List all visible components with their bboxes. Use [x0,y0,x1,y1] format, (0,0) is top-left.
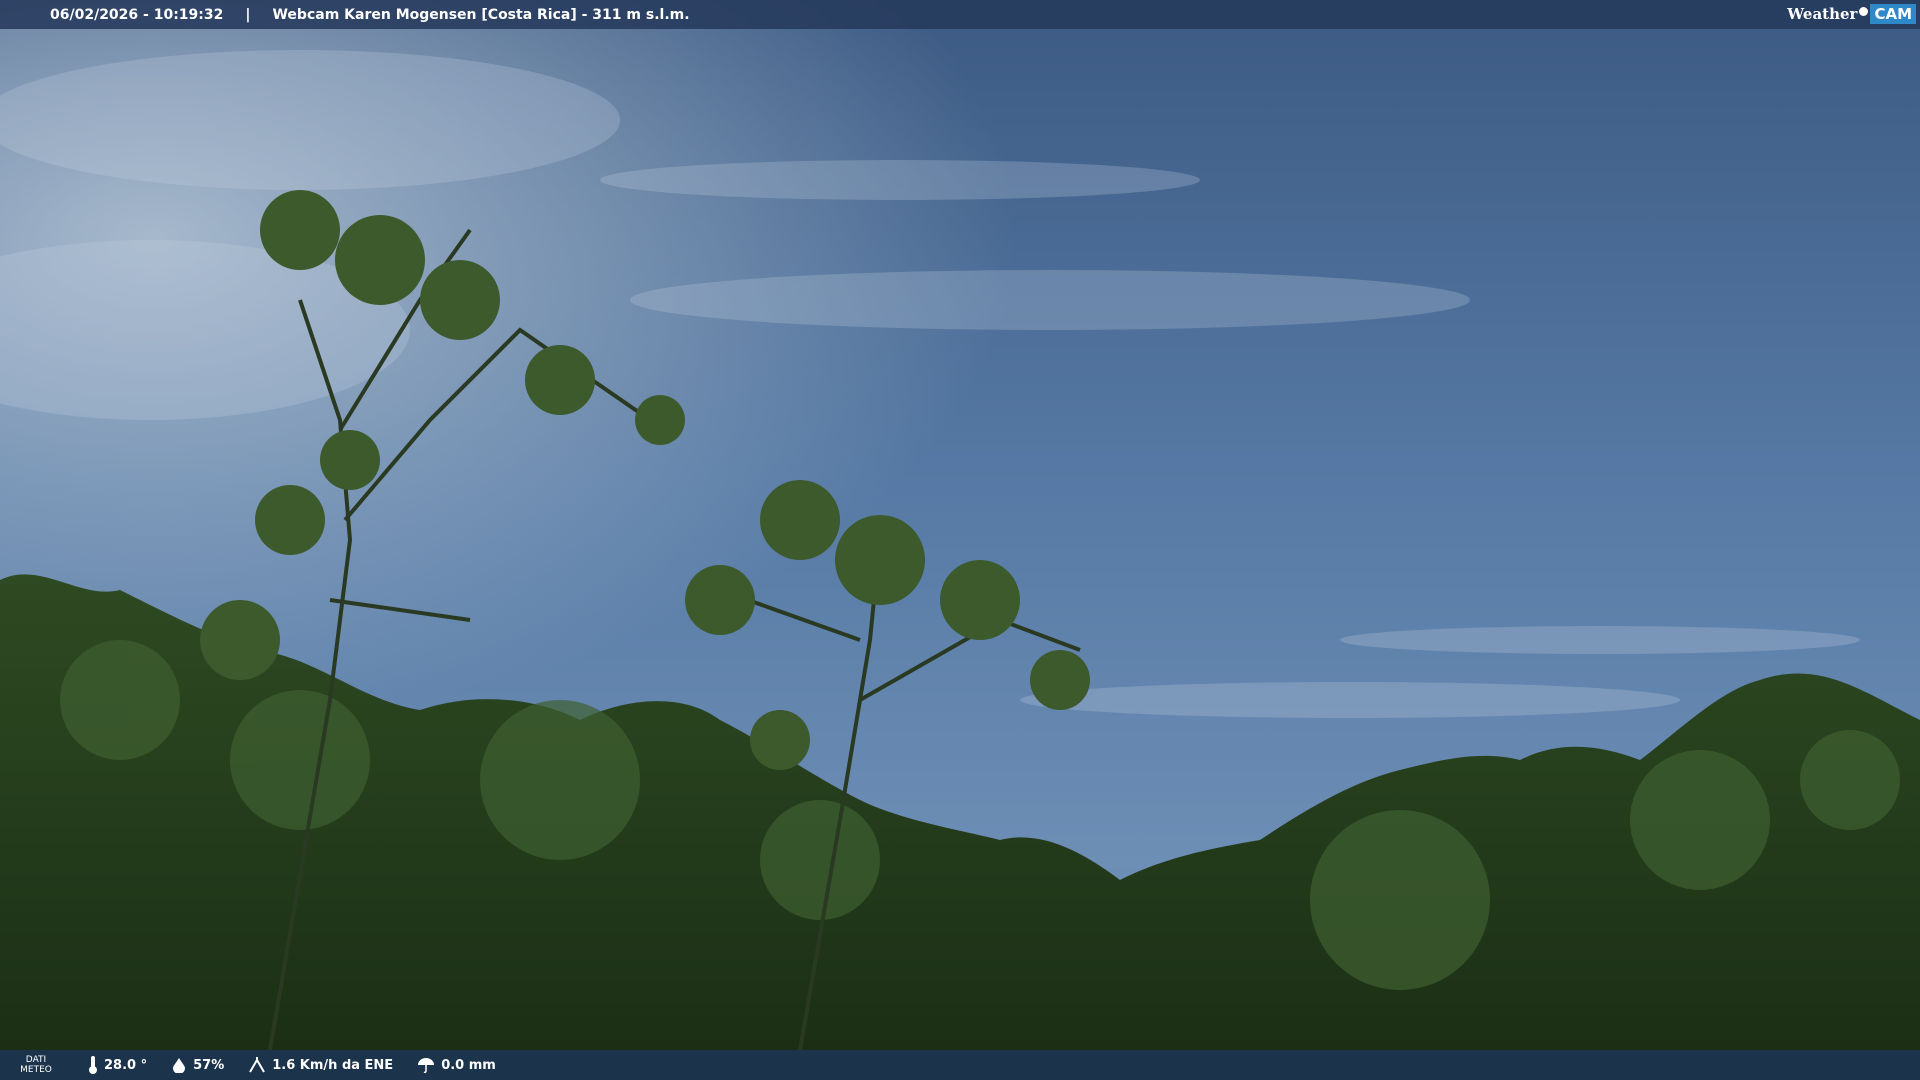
thermometer-icon [89,1056,97,1074]
dati-meteo-label: DATI METEO [8,1055,64,1075]
timestamp: 06/02/2026 - 10:19:32 [50,6,224,23]
brand-dot-icon [1859,6,1869,16]
humidity-icon [173,1058,186,1073]
separator: | [245,6,251,23]
webcam-scene [0,0,1920,1080]
rain-icon [418,1058,435,1073]
rain-value: 0.0 mm [441,1057,496,1073]
humidity-reading: 57% [171,1057,224,1073]
brand-cam: CAM [1870,4,1916,24]
dati-label: DATI [25,1055,47,1065]
header-bar: 06/02/2026 - 10:19:32 | Webcam Karen Mog… [0,0,1920,29]
wind-reading: 1.6 Km/h da ENE [248,1056,393,1074]
temperature-value: 28.0 ° [104,1057,148,1073]
webcam-title: Webcam Karen Mogensen [Costa Rica] - 311… [272,6,690,23]
weathercam-logo: Weather CAM [1787,3,1916,25]
brand-weather: Weather [1787,5,1858,23]
humidity-value: 57% [193,1057,225,1073]
wind-value: 1.6 Km/h da ENE [272,1057,394,1073]
meteo-label: METEO [20,1065,52,1075]
temperature-reading: 28.0 ° [88,1056,147,1074]
wind-icon [249,1057,266,1073]
weather-data-bar: DATI METEO 28.0 ° 57% 1.6 Km/h da ENE 0.… [0,1050,1920,1080]
rain-reading: 0.0 mm [417,1057,496,1073]
